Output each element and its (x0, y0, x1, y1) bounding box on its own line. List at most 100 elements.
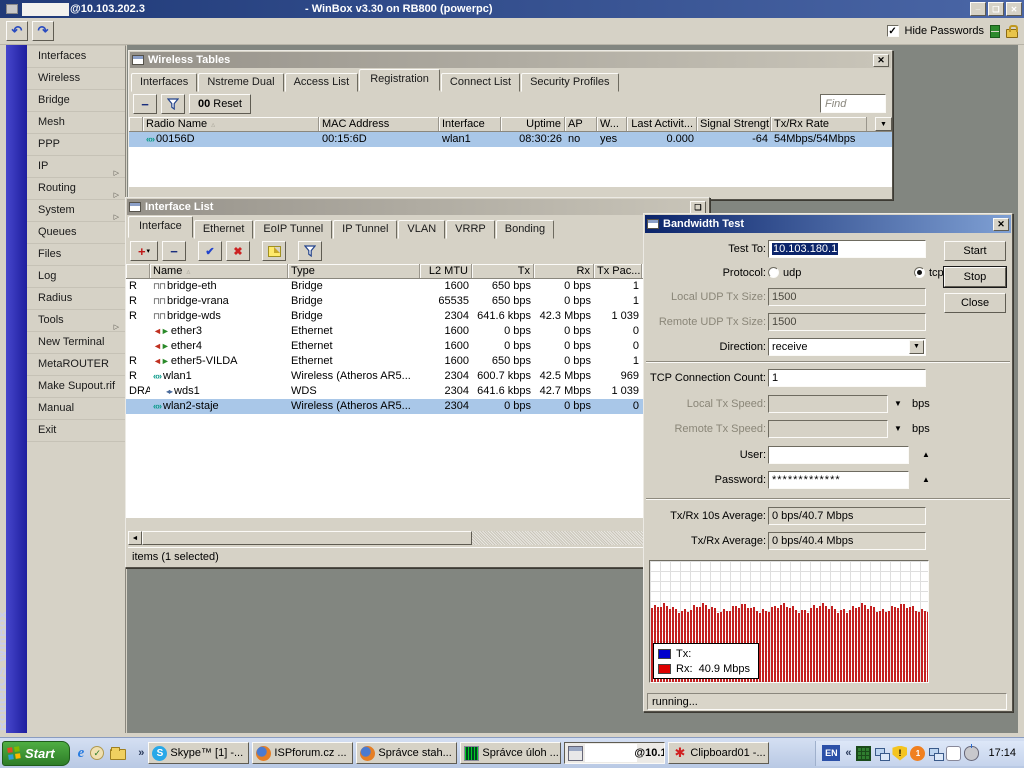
table-row[interactable]: R wlan1 Wireless (Atheros AR5... 2304 60… (126, 369, 709, 384)
column-header[interactable]: Signal Strengt... (697, 117, 771, 131)
taskbar-task-button[interactable]: @10.1... (564, 742, 665, 764)
tray-icon[interactable] (874, 746, 889, 761)
column-header[interactable]: Tx Pac... (594, 264, 642, 278)
tray-icon[interactable] (910, 746, 925, 761)
taskbar-task-button[interactable]: Skype™ [1] -... (148, 742, 249, 764)
column-header[interactable]: MAC Address (319, 117, 439, 131)
close-icon[interactable] (993, 218, 1009, 231)
taskbar-task-button[interactable]: Správce stah... (356, 742, 457, 764)
direction-dropdown[interactable]: receive ▼ (768, 338, 926, 356)
taskbar-task-button[interactable]: Clipboard01 -... (668, 742, 769, 764)
chevron-down-icon[interactable]: ▼ (894, 399, 902, 408)
column-header[interactable]: Tx/Rx Rate (771, 117, 867, 131)
filter-icon[interactable] (161, 94, 185, 114)
undo-icon[interactable]: ↶ (6, 21, 28, 41)
start-button[interactable]: Start (2, 741, 70, 766)
security-badge-icon[interactable] (90, 746, 104, 760)
tcp-connection-count-field[interactable]: 1 (768, 369, 926, 387)
taskbar-task-button[interactable]: Správce úloh ... (460, 742, 561, 764)
sidebar-item[interactable]: IP ▷ (27, 156, 125, 178)
chevron-down-icon[interactable]: ▼ (894, 424, 902, 433)
comment-icon[interactable] (262, 241, 286, 261)
close-button[interactable]: Close (944, 293, 1006, 313)
sidebar-item[interactable]: Queues (27, 222, 125, 244)
sidebar-item[interactable]: Files (27, 244, 125, 266)
column-header[interactable]: W... (597, 117, 627, 131)
tray-icon[interactable] (946, 746, 961, 761)
column-header[interactable]: Rx (534, 264, 594, 278)
chevron-down-icon[interactable]: ▼ (909, 340, 924, 354)
tab[interactable]: Interfaces (131, 73, 197, 92)
reset-button[interactable]: 00 Reset (189, 94, 251, 114)
chevron-up-icon[interactable]: ▲ (922, 450, 930, 459)
tab[interactable]: VRRP (446, 220, 495, 239)
table-row[interactable]: R bridge-vrana Bridge 65535 650 bps 0 bp… (126, 294, 709, 309)
horizontal-scrollbar[interactable]: ◄ (128, 531, 707, 545)
tab[interactable]: Registration (359, 69, 440, 91)
sidebar-item[interactable]: Manual (27, 398, 125, 420)
table-row[interactable]: DRA wds1 WDS 2304 641.6 kbps 42.7 Mbps 1… (126, 384, 709, 399)
sidebar-item[interactable]: Bridge (27, 90, 125, 112)
redo-icon[interactable]: ↷ (32, 21, 54, 41)
sidebar-item[interactable]: Radius (27, 288, 125, 310)
table-row[interactable]: R bridge-eth Bridge 1600 650 bps 0 bps 1 (126, 279, 709, 294)
add-button[interactable]: +▾ (130, 241, 158, 261)
flags-column-header[interactable] (126, 264, 150, 278)
tray-icon[interactable] (856, 746, 871, 761)
bandwidth-test-titlebar[interactable]: Bandwidth Test (645, 215, 1011, 233)
tray-icon[interactable] (892, 746, 907, 761)
tab[interactable]: Interface (128, 216, 193, 238)
restore-icon[interactable] (690, 201, 706, 214)
tray-collapse-chevron[interactable]: « (845, 747, 851, 759)
tab[interactable]: VLAN (398, 220, 445, 239)
disable-button[interactable]: ✖ (226, 241, 250, 261)
select-column-header[interactable] (129, 117, 143, 131)
sidebar-item[interactable]: Make Supout.rif (27, 376, 125, 398)
column-header[interactable]: Type (288, 264, 420, 278)
table-row[interactable]: R ether5-VILDA Ethernet 1600 650 bps 0 b… (126, 354, 709, 369)
table-row[interactable]: R bridge-wds Bridge 2304 641.6 kbps 42.3… (126, 309, 709, 324)
column-header[interactable]: L2 MTU (420, 264, 472, 278)
language-indicator[interactable]: EN (822, 745, 840, 761)
protocol-udp-radio[interactable]: udp (768, 267, 805, 279)
column-options-dropdown-icon[interactable]: ▼ (875, 117, 892, 131)
tab[interactable]: Access List (285, 73, 359, 92)
sidebar-item[interactable]: MetaROUTER (27, 354, 125, 376)
column-header[interactable]: Tx (472, 264, 534, 278)
interface-list-titlebar[interactable]: Interface List (127, 199, 708, 215)
tab[interactable]: Ethernet (194, 220, 254, 239)
enable-button[interactable]: ✔ (198, 241, 222, 261)
sidebar-item[interactable]: Log (27, 266, 125, 288)
tray-icon[interactable] (928, 746, 943, 761)
tab[interactable]: IP Tunnel (333, 220, 397, 239)
internet-explorer-icon[interactable]: e (78, 745, 85, 762)
remove-button[interactable]: − (162, 241, 186, 261)
chevron-up-icon[interactable]: ▲ (922, 475, 930, 484)
sidebar-item[interactable]: Exit (27, 420, 125, 442)
sidebar-item[interactable]: Wireless (27, 68, 125, 90)
wireless-tables-titlebar[interactable]: Wireless Tables (130, 52, 891, 68)
tab[interactable]: Nstreme Dual (198, 73, 283, 92)
column-header[interactable]: Name▵ (150, 264, 288, 278)
sidebar-item[interactable]: System ▷ (27, 200, 125, 222)
sidebar-item[interactable]: Tools ▷ (27, 310, 125, 332)
taskbar-task-button[interactable]: ISPforum.cz ... (252, 742, 353, 764)
quick-launch-overflow-chevron[interactable]: » (138, 747, 144, 759)
folder-icon[interactable] (110, 749, 126, 760)
sidebar-item[interactable]: Mesh (27, 112, 125, 134)
column-header[interactable]: Uptime (501, 117, 565, 131)
scroll-left-icon[interactable]: ◄ (128, 531, 142, 545)
start-button[interactable]: Start (944, 241, 1006, 261)
minimize-button[interactable] (970, 2, 986, 16)
filter-icon[interactable] (298, 241, 322, 261)
table-row[interactable]: wlan2-staje Wireless (Atheros AR5... 230… (126, 399, 709, 414)
stop-button[interactable]: Stop (944, 267, 1006, 287)
find-input[interactable] (820, 94, 886, 113)
table-row[interactable]: ether4 Ethernet 1600 0 bps 0 bps 0 (126, 339, 709, 354)
password-field[interactable]: ************* (768, 471, 909, 489)
column-header[interactable]: AP (565, 117, 597, 131)
tab[interactable]: Security Profiles (521, 73, 618, 92)
test-to-field[interactable]: 10.103.180.1 (768, 240, 926, 258)
maximize-button[interactable] (988, 2, 1004, 16)
table-row[interactable]: 00156D 00:15:6D wlan1 08:30:26 no yes 0.… (129, 132, 892, 147)
